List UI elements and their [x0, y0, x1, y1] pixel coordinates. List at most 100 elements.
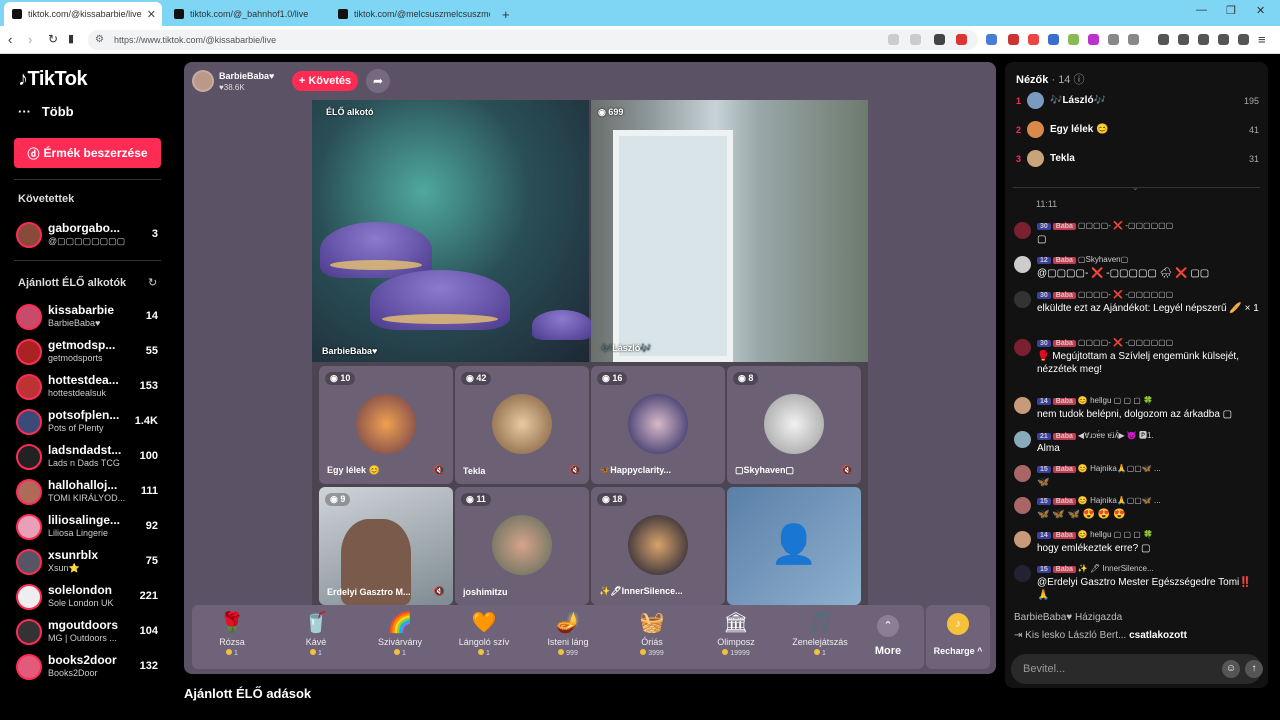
close-tab-icon[interactable]: ✕ — [147, 8, 156, 21]
info-icon[interactable]: ⓘ — [1074, 74, 1085, 86]
share-icon[interactable] — [910, 34, 921, 45]
recommended-item[interactable]: kissabarbie BarbieBaba♥ 14 — [16, 300, 161, 334]
extension-icon[interactable] — [1048, 34, 1059, 45]
zoom-icon[interactable] — [888, 34, 899, 45]
tiktok-logo[interactable]: ♪TikTok — [18, 68, 88, 91]
recharge-button[interactable]: ♪ Recharge ^ — [926, 605, 990, 669]
guest-tile[interactable]: ◉ 16 🦋Happyclarity... — [591, 366, 725, 484]
guest-tile[interactable]: ◉ 42 Tekla 🔇 — [455, 366, 589, 484]
recommended-item[interactable]: getmodsp... getmodsports 55 — [16, 335, 161, 369]
following-name: gaborgabo... — [48, 221, 120, 235]
back-icon[interactable]: ‹ — [8, 32, 12, 47]
share-button[interactable]: ➦ — [366, 69, 390, 93]
bookmark-icon[interactable]: ▮ — [68, 32, 74, 45]
profile-icon[interactable] — [1238, 34, 1249, 45]
recommended-item[interactable]: hallohalloj... TOMI KIRÁLYOD... 111 — [16, 475, 161, 509]
recommended-item[interactable]: solelondon Sole London UK 221 — [16, 580, 161, 614]
expand-chevron-icon[interactable]: ⌄ — [1132, 183, 1139, 192]
recommended-item[interactable]: books2door Books2Door 132 — [16, 650, 161, 684]
recommended-item[interactable]: hottestdea... hottestdealsuk 153 — [16, 370, 161, 404]
emoji-icon[interactable]: ☺ — [1222, 660, 1240, 678]
gift-szivarvany[interactable]: 🌈 Szivárvány 1 — [360, 611, 440, 669]
gift-orias[interactable]: 🧺 Óriás 3999 — [612, 611, 692, 669]
extension-icon[interactable] — [1128, 34, 1139, 45]
tab-melcsusz[interactable]: tiktok.com/@melcsuszmelcsuszmelc... — [330, 2, 490, 26]
media-icon[interactable] — [1158, 34, 1169, 45]
following-item[interactable]: gaborgabo... @▢▢▢▢▢▢▢▢ 3 — [16, 218, 161, 252]
creator-name: potsofplen... — [48, 408, 120, 422]
gift-zenelejatszas[interactable]: 🎵 Zenelejátszás 1 — [780, 611, 860, 669]
more-gifts-button[interactable]: ⌃ More — [868, 615, 908, 659]
empty-guest-slot[interactable]: 👤 — [727, 487, 861, 605]
host-video[interactable]: ÉLŐ alkotó BarbieBaba♥ — [312, 100, 592, 362]
warning-icon[interactable] — [956, 34, 967, 45]
join-icon: ⇥ — [1014, 630, 1026, 641]
site-info-icon[interactable]: ⚙ — [95, 34, 104, 45]
chat-timestamp: 11:11 — [1036, 199, 1058, 209]
gift-rozsa[interactable]: 🌹 Rózsa 1 — [192, 611, 272, 669]
shield-icon[interactable] — [934, 34, 945, 45]
maximize-icon[interactable]: ❐ — [1226, 4, 1236, 17]
url-field[interactable]: https://www.tiktok.com/@kissabarbie/live — [88, 30, 978, 50]
gift-isteni-lang[interactable]: 🪔 Isteni láng 999 — [528, 611, 608, 669]
guest-video-main[interactable]: ◉ 699 🎶László🎶 — [591, 100, 868, 362]
left-sidebar: ♪TikTok ··· Több ⓓ Érmék beszerzése Követ… — [0, 54, 175, 720]
tab-bahnhof[interactable]: tiktok.com/@_bahnhof1.0/live — [166, 2, 326, 26]
avatar — [16, 409, 42, 435]
reload-icon[interactable]: ↻ — [48, 32, 58, 46]
guest-tile[interactable]: ◉ 18 ✨🖊InnerSilence... — [591, 487, 725, 605]
guest-avatar — [764, 394, 824, 454]
fan-badge: Baba — [1052, 292, 1076, 299]
extension-icon[interactable] — [1068, 34, 1079, 45]
creator-name: books2door — [48, 653, 117, 667]
translate-icon[interactable] — [986, 34, 997, 45]
guest-tile[interactable]: ◉ 10 Egy lélek 😊 🔇 — [319, 366, 453, 484]
recommended-item[interactable]: xsunrblx Xsun⭐ 75 — [16, 545, 161, 579]
tab-kissabarbie[interactable]: tiktok.com/@kissabarbie/live ✕ — [4, 2, 162, 26]
video-grid[interactable]: ÉLŐ alkotó BarbieBaba♥ ◉ 699 🎶László🎶 ◉ … — [312, 100, 868, 606]
extensions-icon[interactable] — [1218, 34, 1229, 45]
get-coins-button[interactable]: ⓓ Érmék beszerzése — [14, 138, 161, 168]
extension-icon[interactable] — [1108, 34, 1119, 45]
gift-langolo-sziv[interactable]: 🧡 Lángoló szív 1 — [444, 611, 524, 669]
viewer-score: 31 — [1248, 154, 1259, 164]
new-tab-button[interactable]: + — [494, 2, 514, 26]
extension-icon[interactable] — [1088, 34, 1099, 45]
viewer-name: Tekla — [1050, 153, 1075, 164]
host-avatar[interactable] — [192, 70, 214, 92]
guest-tile[interactable]: ◉ 9 Erdelyi Gasztro M... 🔇 — [319, 487, 453, 605]
extension-icon[interactable] — [1008, 34, 1019, 45]
gift-olimposz[interactable]: 🏛 Olimposz 19999 — [696, 611, 776, 669]
viewers-header[interactable]: Nézők · 14 ⓘ — [1016, 71, 1085, 87]
host-name[interactable]: BarbieBaba♥ — [219, 71, 274, 81]
viewers-label: Nézők — [1016, 74, 1049, 86]
fan-badge: Baba — [1052, 433, 1076, 440]
recommended-item[interactable]: liliosalinge... Liliosa Lingerie 92 — [16, 510, 161, 544]
top-viewer-row[interactable]: 2 Egy lélek 😊 41 — [1016, 120, 1259, 142]
refresh-icon[interactable]: ↻ — [148, 276, 157, 289]
forward-icon[interactable]: › — [28, 32, 32, 47]
download-icon[interactable] — [1198, 34, 1209, 45]
top-viewer-row[interactable]: 3 Tekla 31 — [1016, 149, 1259, 171]
menu-icon[interactable]: ≡ — [1258, 32, 1266, 47]
gift-kave[interactable]: 🥤 Kávé 1 — [276, 611, 356, 669]
follow-button[interactable]: + Követés — [292, 71, 358, 91]
sidebar-icon[interactable] — [1178, 34, 1189, 45]
guest-tile[interactable]: ◉ 8 ▢Skyhaven▢ 🔇 — [727, 366, 861, 484]
recommended-item[interactable]: ladsndadst... Lads n Dads TCG 100 — [16, 440, 161, 474]
send-icon[interactable]: ↑ — [1245, 660, 1263, 678]
avatar — [1014, 397, 1031, 414]
guest-count-value: 699 — [608, 107, 624, 117]
message-user: 😊 Hajnika🙏▢▢🦋 ... — [1077, 496, 1161, 505]
minimize-icon[interactable]: — — [1196, 4, 1207, 16]
avatar — [16, 374, 42, 400]
extension-icon[interactable] — [1028, 34, 1039, 45]
close-window-icon[interactable]: ✕ — [1256, 4, 1265, 17]
more-menu[interactable]: ··· Több — [18, 104, 74, 119]
recommended-item[interactable]: potsofplen... Pots of Plenty 1.4K — [16, 405, 161, 439]
creator-name: getmodsp... — [48, 338, 116, 352]
gift-name: Szivárvány — [377, 637, 422, 647]
guest-tile[interactable]: ◉ 11 joshimitzu — [455, 487, 589, 605]
recommended-item[interactable]: mgoutdoors MG | Outdoors ... 104 — [16, 615, 161, 649]
top-viewer-row[interactable]: 1 🎶László🎶 195 — [1016, 91, 1259, 113]
